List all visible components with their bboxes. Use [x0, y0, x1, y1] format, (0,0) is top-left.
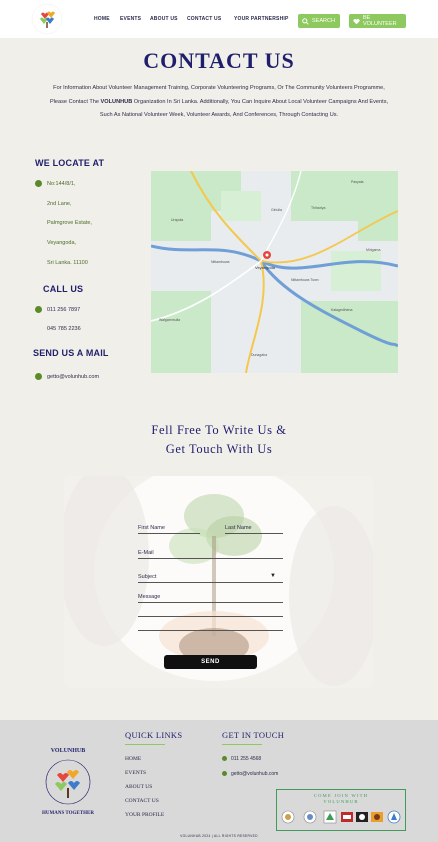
intro-brand: VOLUNHUB — [100, 98, 133, 105]
chevron-down-icon[interactable]: ▼ — [270, 573, 276, 579]
map-label: Urapola — [171, 218, 183, 222]
locate-heading: WE LOCATE AT — [35, 158, 105, 168]
heading-underline — [125, 744, 165, 745]
mail-icon — [35, 373, 42, 380]
location-pin-icon — [35, 180, 42, 187]
nav-about-us[interactable]: ABOUT US — [150, 16, 178, 22]
quick-links-heading: QUICK LINKS — [125, 730, 183, 740]
partner-logo-icon[interactable] — [340, 810, 354, 824]
subject-label: Subject — [138, 574, 157, 580]
message-field-line — [138, 616, 283, 617]
partner-logo-icon[interactable] — [370, 810, 384, 824]
message-field[interactable] — [138, 602, 283, 603]
address-line: 2nd Lane, — [47, 201, 72, 207]
partner-seal-icon[interactable] — [303, 810, 317, 824]
last-name-label: Last Name — [225, 525, 252, 531]
volunhub-footer-logo[interactable]: VOLUNHUB HUMANS TOGETHER — [33, 742, 103, 820]
send-button[interactable]: SEND — [164, 655, 257, 669]
page-title: CONTACT US — [143, 48, 295, 73]
phone-icon — [222, 756, 227, 761]
intro-text-2: Organization In Sri Lanka. Additionally,… — [99, 98, 389, 119]
location-map[interactable]: Veyangoda Nittambuwa Thihariya Urapola P… — [151, 171, 398, 373]
message-field-line — [138, 630, 283, 631]
footer-link-your-profile[interactable]: YOUR PROFILE — [125, 812, 164, 818]
map-label: Dunagaha — [251, 353, 267, 357]
footer-phone[interactable]: 011 255 4568 — [231, 756, 261, 762]
nav-contact-us[interactable]: CONTACT US — [187, 16, 221, 22]
map-label: Pasyala — [351, 180, 364, 184]
join-partners-box: COME JOIN WITH VOLUNHUB — [276, 789, 406, 831]
search-icon — [302, 17, 309, 25]
map-label: Thihariya — [311, 206, 325, 210]
map-label: Mirigama — [366, 248, 380, 252]
map-label: Giriulla — [271, 208, 282, 212]
get-in-touch-heading: GET IN TOUCH — [222, 730, 285, 740]
phone-icon — [35, 306, 42, 313]
footer-link-contact-us[interactable]: CONTACT US — [125, 798, 159, 804]
svg-text:VOLUNHUB: VOLUNHUB — [51, 748, 86, 754]
footer-link-events[interactable]: EVENTS — [125, 770, 146, 776]
footer-email[interactable]: getto@volunhub.com — [231, 771, 278, 777]
nav-your-partnership[interactable]: YOUR PARTNERSHIP — [234, 16, 289, 22]
email-label: E-Mail — [138, 550, 154, 556]
address-line: Palmgrove Estate, — [47, 220, 92, 226]
map-label: Kalagedihena — [331, 308, 352, 312]
map-label: Nittambuwa Town — [291, 278, 319, 282]
heart-icon — [353, 18, 360, 25]
mail-heading: SEND US A MAIL — [33, 348, 109, 358]
intro-paragraph: For Information About Volunteer Manageme… — [44, 82, 394, 123]
partner-seal-icon[interactable] — [281, 810, 295, 824]
footer-link-home[interactable]: HOME — [125, 756, 141, 762]
nav-events[interactable]: EVENTS — [120, 16, 141, 22]
site-header: HOME EVENTS ABOUT US CONTACT US YOUR PAR… — [0, 0, 438, 38]
site-footer: VOLUNHUB HUMANS TOGETHER QUICK LINKS HOM… — [0, 720, 438, 842]
email-link[interactable]: getto@volunhub.com — [47, 374, 99, 380]
address-line: No:144/8/1, — [47, 181, 76, 187]
join-title-line: VOLUNHUB — [323, 799, 359, 804]
contact-form: First Name Last Name E-Mail Subject ▼ Me… — [64, 476, 373, 688]
address-line: Sri Lanka. 11100 — [47, 260, 88, 266]
first-name-label: First Name — [138, 525, 165, 531]
mail-icon — [222, 771, 227, 776]
join-title: COME JOIN WITH VOLUNHUB — [277, 793, 405, 805]
address-line: Veyangoda, — [47, 240, 77, 246]
nav-home[interactable]: HOME — [94, 16, 110, 22]
be-volunteer-button[interactable]: BE VOLUNTEER — [349, 14, 406, 28]
volunhub-logo[interactable] — [30, 2, 64, 36]
phone-number[interactable]: 045 785 2236 — [47, 326, 81, 332]
partner-emblem-icon[interactable] — [323, 810, 337, 824]
svg-text:HUMANS TOGETHER: HUMANS TOGETHER — [42, 811, 94, 816]
search-button-label: SEARCH — [312, 18, 335, 24]
heading-underline — [222, 744, 262, 745]
map-label: Veyangoda — [255, 265, 276, 270]
map-label: Nittambuwa — [211, 260, 230, 264]
partner-logo-icon[interactable] — [387, 810, 401, 824]
write-us-heading: Fell Free To Write Us & Get Touch With U… — [0, 421, 438, 459]
copyright: VOLUNHUB 2024 | ALL RIGHTS RESERVED — [180, 834, 258, 838]
partner-logo-icon[interactable] — [355, 810, 369, 824]
first-name-field[interactable] — [138, 533, 200, 534]
write-us-line: Get Touch With Us — [165, 442, 273, 456]
search-button[interactable]: SEARCH — [298, 14, 340, 28]
subject-select[interactable] — [138, 582, 283, 583]
map-label: Walgammulla — [159, 318, 180, 322]
last-name-field[interactable] — [225, 533, 283, 534]
email-field[interactable] — [138, 558, 283, 559]
phone-number[interactable]: 011 256 7897 — [47, 307, 80, 313]
call-heading: CALL US — [43, 284, 84, 294]
footer-link-about-us[interactable]: ABOUT US — [125, 784, 152, 790]
be-volunteer-label: BE VOLUNTEER — [363, 15, 397, 27]
write-us-line: Fell Free To Write Us & — [151, 423, 287, 437]
message-label: Message — [138, 594, 161, 600]
